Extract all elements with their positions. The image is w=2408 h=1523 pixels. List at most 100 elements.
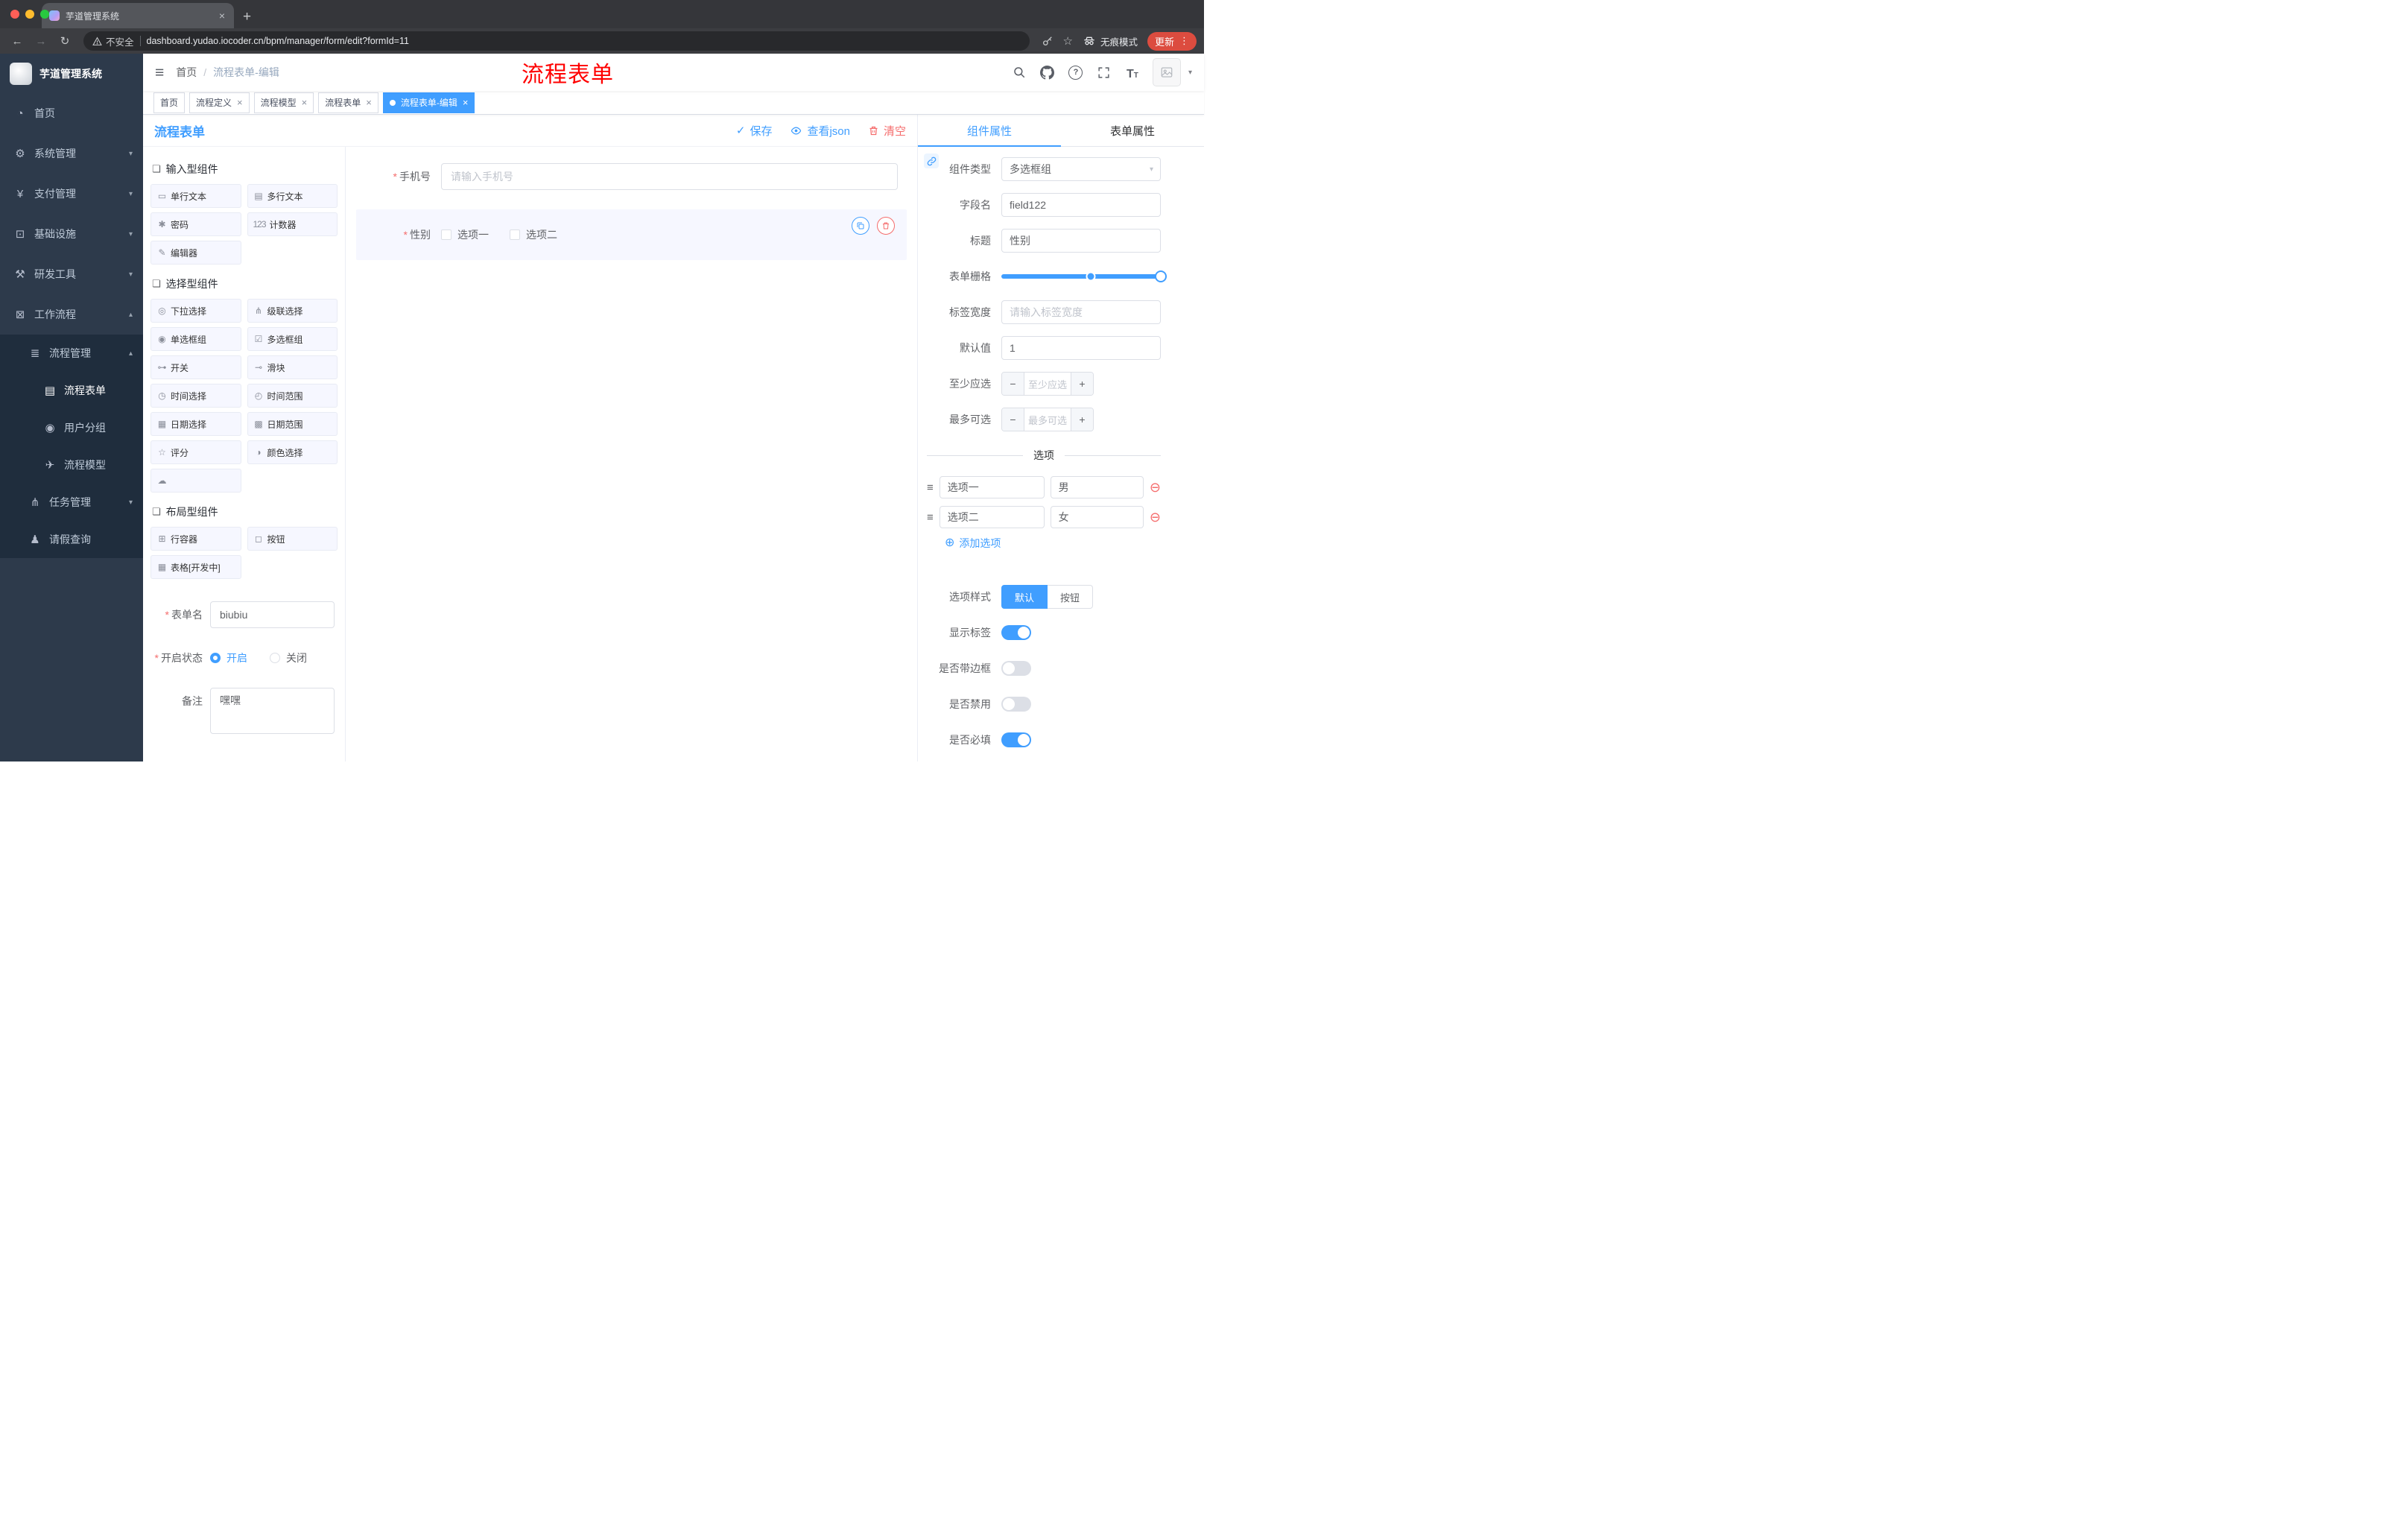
max-select-value[interactable]: 最多可选	[1024, 408, 1071, 431]
comp-item-rate[interactable]: ☆ 评分	[150, 440, 241, 464]
increase-button[interactable]: +	[1071, 408, 1093, 431]
zoom-window-button[interactable]	[40, 10, 49, 19]
tag-process-form[interactable]: 流程表单 ×	[318, 92, 378, 113]
minimize-window-button[interactable]	[25, 10, 34, 19]
comp-item-counter[interactable]: 123 计数器	[247, 212, 338, 236]
required-switch[interactable]	[1001, 732, 1031, 747]
comp-item-color-picker[interactable]: ◑ 颜色选择	[247, 440, 338, 464]
search-icon[interactable]	[1011, 64, 1027, 80]
field-name-input[interactable]	[1001, 193, 1161, 217]
tab-component-props[interactable]: 组件属性	[918, 115, 1061, 147]
comp-item-password[interactable]: ✱ 密码	[150, 212, 241, 236]
comp-item-date-picker[interactable]: ▦ 日期选择	[150, 412, 241, 436]
sidebar-item-process-model[interactable]: ✈ 流程模型	[0, 446, 143, 484]
border-switch[interactable]	[1001, 661, 1031, 676]
option-value-input[interactable]	[1050, 476, 1144, 498]
back-button[interactable]: ←	[7, 36, 27, 47]
font-size-icon[interactable]: TT	[1124, 64, 1141, 80]
save-button[interactable]: ✓ 保存	[736, 123, 773, 139]
close-window-button[interactable]	[10, 10, 19, 19]
close-icon[interactable]: ×	[463, 98, 469, 107]
close-icon[interactable]: ×	[366, 98, 372, 107]
show-label-switch[interactable]	[1001, 625, 1031, 640]
phone-field-row[interactable]: 手机号	[356, 163, 907, 190]
comp-item-select[interactable]: ◎ 下拉选择	[150, 299, 241, 323]
comp-item-date-range[interactable]: ▩ 日期范围	[247, 412, 338, 436]
radio-closed[interactable]: 关闭	[270, 650, 307, 665]
bookmark-star-icon[interactable]: ☆	[1063, 34, 1073, 48]
copy-field-button[interactable]	[852, 217, 869, 235]
comp-item-time-picker[interactable]: ◷ 时间选择	[150, 384, 241, 408]
breadcrumb-home[interactable]: 首页	[176, 65, 197, 80]
comp-item-checkbox-group[interactable]: ☑ 多选框组	[247, 327, 338, 351]
tag-home[interactable]: 首页	[153, 92, 186, 113]
tag-process-form-edit[interactable]: 流程表单-编辑 ×	[382, 92, 475, 113]
slider-handle[interactable]	[1155, 270, 1167, 282]
link-icon[interactable]	[924, 153, 939, 168]
comp-item-button[interactable]: ◻ 按钮	[247, 527, 338, 551]
form-remark-textarea[interactable]: 嘿嘿	[210, 688, 335, 734]
sidebar-item-user-group[interactable]: ◉ 用户分组	[0, 409, 143, 446]
password-key-icon[interactable]	[1042, 35, 1054, 47]
label-width-input[interactable]	[1001, 300, 1161, 324]
remove-option-icon[interactable]: ⊖	[1150, 481, 1161, 494]
update-button[interactable]: 更新 ⋮	[1147, 31, 1197, 51]
new-tab-button[interactable]: +	[243, 10, 251, 24]
sidebar-item-workflow[interactable]: ⊠ 工作流程 ▴	[0, 294, 143, 335]
close-icon[interactable]: ×	[302, 98, 308, 107]
comp-item-editor[interactable]: ✎ 编辑器	[150, 241, 241, 265]
sidebar-item-home[interactable]: ◔ 首页	[0, 93, 143, 133]
drag-handle-icon[interactable]: ≡	[927, 511, 934, 524]
gender-field-row[interactable]: 性别 选项一 选项二	[356, 209, 907, 260]
min-select-value[interactable]: 至少应选	[1024, 373, 1071, 395]
sidebar-item-devtools[interactable]: ⚒ 研发工具 ▾	[0, 254, 143, 294]
option-label-input[interactable]	[939, 476, 1045, 498]
checkbox-option-1[interactable]: 选项一	[441, 227, 489, 242]
comp-item-time-range[interactable]: ◴ 时间范围	[247, 384, 338, 408]
view-json-button[interactable]: 查看json	[790, 123, 850, 139]
sidebar-item-process-form[interactable]: ▤ 流程表单	[0, 372, 143, 409]
avatar-caret-icon[interactable]: ▾	[1188, 69, 1192, 77]
sidebar-item-system[interactable]: ⚙ 系统管理 ▾	[0, 133, 143, 174]
sidebar-item-task-management[interactable]: ⋔ 任务管理 ▾	[0, 484, 143, 521]
decrease-button[interactable]: −	[1002, 373, 1024, 395]
sidebar-toggle-icon[interactable]: ≡	[155, 65, 164, 80]
comp-item-textarea[interactable]: ▤ 多行文本	[247, 184, 338, 208]
tab-form-props[interactable]: 表单属性	[1061, 115, 1204, 146]
avatar[interactable]	[1152, 58, 1181, 86]
radio-open[interactable]: 开启	[210, 650, 247, 665]
grid-slider[interactable]	[1001, 265, 1167, 288]
forward-button[interactable]: →	[31, 36, 51, 47]
url-bar[interactable]: 不安全 dashboard.yudao.iocoder.cn/bpm/manag…	[83, 31, 1030, 51]
sidebar-item-leave-query[interactable]: ♟ 请假查询	[0, 521, 143, 558]
drag-handle-icon[interactable]: ≡	[927, 481, 934, 494]
checkbox-option-2[interactable]: 选项二	[510, 227, 557, 242]
title-input[interactable]	[1001, 229, 1161, 253]
comp-item-single-line-text[interactable]: ▭ 单行文本	[150, 184, 241, 208]
comp-item-upload[interactable]: ☁	[150, 469, 241, 493]
style-button-button[interactable]: 按钮	[1048, 585, 1094, 609]
form-canvas[interactable]: 手机号	[346, 147, 917, 762]
slider-track[interactable]	[1001, 270, 1167, 282]
increase-button[interactable]: +	[1071, 373, 1093, 395]
fullscreen-icon[interactable]	[1096, 64, 1112, 80]
browser-menu-icon[interactable]: ⋮	[1179, 35, 1189, 47]
reload-button[interactable]: ↻	[55, 36, 75, 47]
decrease-button[interactable]: −	[1002, 408, 1024, 431]
option-value-input[interactable]	[1050, 506, 1144, 528]
comp-item-table[interactable]: ▦ 表格[开发中]	[150, 555, 241, 579]
help-icon[interactable]: ?	[1068, 64, 1084, 80]
remove-option-icon[interactable]: ⊖	[1150, 510, 1161, 524]
tag-process-definition[interactable]: 流程定义 ×	[189, 92, 250, 113]
style-default-button[interactable]: 默认	[1001, 585, 1048, 609]
sidebar-item-payment[interactable]: ¥ 支付管理 ▾	[0, 174, 143, 214]
default-value-input[interactable]	[1001, 336, 1161, 360]
comp-item-switch[interactable]: ⊶ 开关	[150, 355, 241, 379]
option-label-input[interactable]	[939, 506, 1045, 528]
sidebar-item-infrastructure[interactable]: ⊡ 基础设施 ▾	[0, 214, 143, 254]
form-name-input[interactable]	[210, 601, 335, 628]
phone-input[interactable]	[441, 163, 898, 190]
component-type-select[interactable]: 多选框组 ▾	[1001, 157, 1161, 181]
comp-item-slider[interactable]: ⊸ 滑块	[247, 355, 338, 379]
delete-field-button[interactable]	[877, 217, 895, 235]
